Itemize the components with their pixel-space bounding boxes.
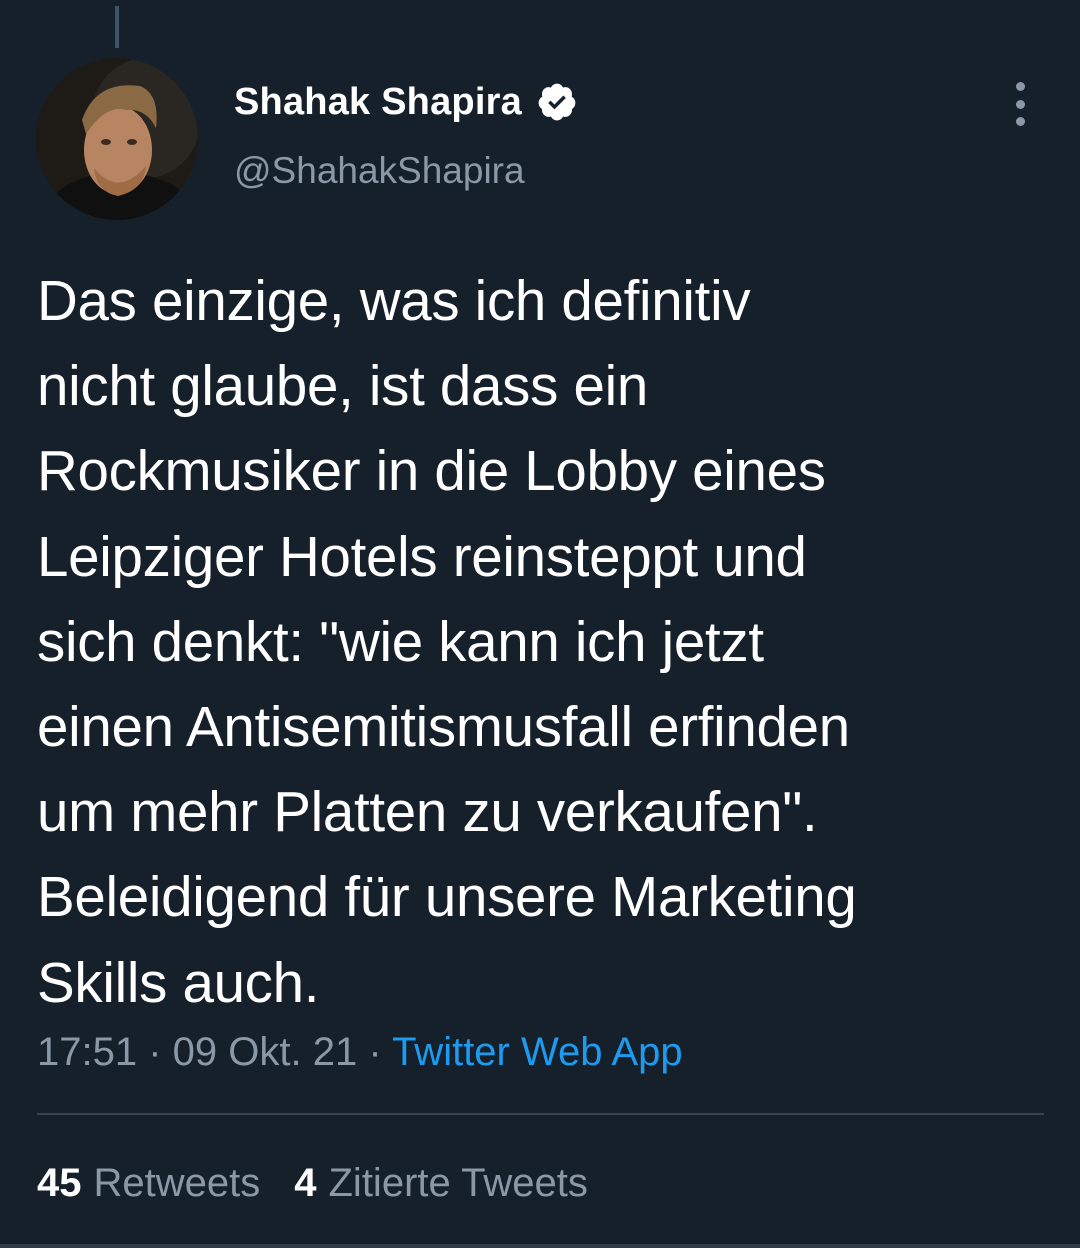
tweet-text-line: einen Antisemitismusfall erfinden xyxy=(37,695,850,759)
more-dot xyxy=(1015,82,1025,91)
tweet-text-line: Leipziger Hotels reinsteppt und xyxy=(37,524,807,588)
meta-separator: · xyxy=(368,1030,393,1074)
tweet-date[interactable]: 09 Okt. 21 xyxy=(173,1030,358,1074)
tweet-text: Das einzige, was ich definitiv nicht gla… xyxy=(37,258,1047,1025)
avatar[interactable] xyxy=(36,58,198,220)
retweets-count: 45 xyxy=(37,1161,82,1205)
author-name-row[interactable]: Shahak Shapira xyxy=(234,78,578,126)
tweet-text-line: sich denkt: "wie kann ich jetzt xyxy=(37,609,764,673)
tweet-text-line: Das einzige, was ich definitiv xyxy=(37,269,751,332)
tweet-stats: 45 Retweets 4 Zitierte Tweets xyxy=(37,1158,622,1208)
tweet-text-line: Beleidigend für unsere Marketing xyxy=(37,865,857,929)
verified-badge-icon xyxy=(538,83,576,121)
tweet-text-line: um mehr Platten zu verkaufen". xyxy=(37,780,818,844)
tweet-text-line: nicht glaube, ist dass ein xyxy=(37,354,648,418)
tweet-metadata: 17:51 · 09 Okt. 21 · Twitter Web App xyxy=(37,1027,683,1077)
tweet-text-line: Skills auch. xyxy=(37,950,320,1014)
author-handle[interactable]: @ShahakShapira xyxy=(234,150,525,192)
retweets-stat[interactable]: 45 Retweets xyxy=(37,1158,260,1208)
quote-tweets-label: Zitierte Tweets xyxy=(328,1161,588,1205)
more-options-icon[interactable] xyxy=(1005,82,1035,126)
quote-tweets-stat[interactable]: 4 Zitierte Tweets xyxy=(294,1158,588,1208)
more-dot xyxy=(1015,117,1025,126)
thread-connector-line xyxy=(115,6,119,48)
profile-photo xyxy=(36,58,198,220)
quote-tweets-count: 4 xyxy=(294,1161,317,1205)
divider xyxy=(37,1113,1044,1115)
tweet-text-line: Rockmusiker in die Lobby eines xyxy=(37,439,826,503)
more-dot xyxy=(1015,99,1025,109)
tweet-time[interactable]: 17:51 xyxy=(37,1030,137,1074)
bottom-divider xyxy=(0,1244,1080,1248)
tweet-source-link[interactable]: Twitter Web App xyxy=(392,1030,683,1074)
retweets-label: Retweets xyxy=(93,1161,261,1205)
author-display-name[interactable]: Shahak Shapira xyxy=(234,81,522,124)
meta-separator: · xyxy=(148,1030,173,1074)
